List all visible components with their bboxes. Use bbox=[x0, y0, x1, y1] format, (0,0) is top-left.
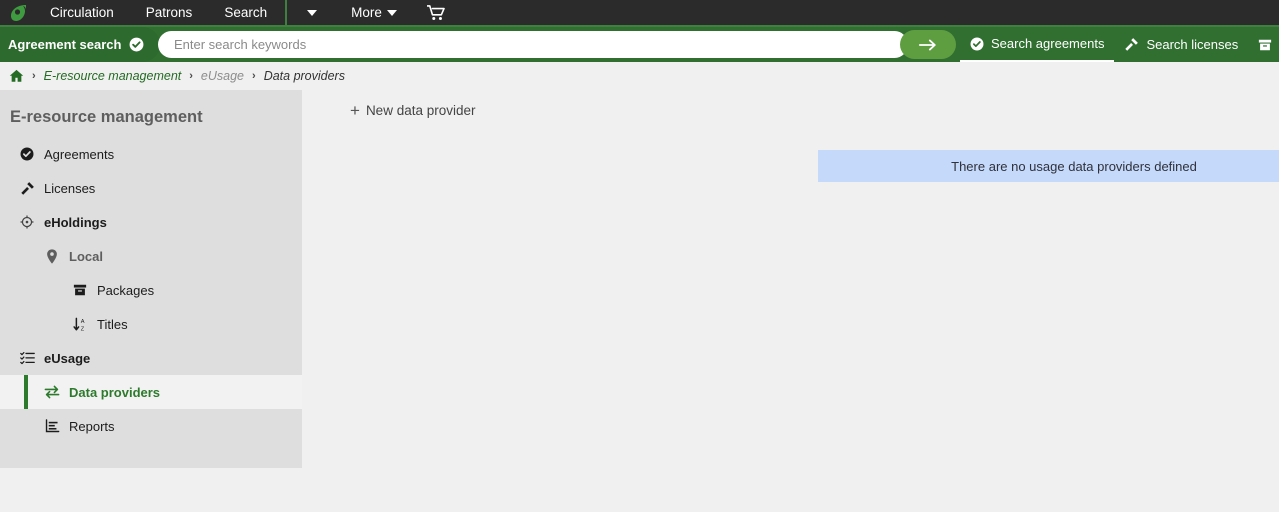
main-panel: + New data provider There are no usage d… bbox=[302, 90, 1279, 512]
plus-icon: + bbox=[350, 101, 360, 120]
sidebar-item-eholdings[interactable]: eHoldings bbox=[0, 205, 302, 239]
nav-item-more[interactable]: More bbox=[335, 0, 413, 26]
search-submit-button[interactable] bbox=[900, 30, 956, 59]
sidebar-item-data-providers-label: Data providers bbox=[69, 384, 161, 400]
new-data-provider-label: New data provider bbox=[365, 103, 476, 118]
sidebar-item-local[interactable]: Local bbox=[0, 239, 302, 273]
top-navigation-bar: Circulation Patrons Search More bbox=[0, 0, 1279, 27]
breadcrumb-separator: › bbox=[252, 70, 256, 82]
sidebar-item-eusage[interactable]: eUsage bbox=[0, 341, 302, 375]
search-bar: Agreement search Search agreements bbox=[0, 27, 1279, 62]
nav-item-patrons-label: Patrons bbox=[145, 5, 193, 20]
shopping-cart-button[interactable] bbox=[413, 0, 459, 26]
breadcrumb-item-eresource-management[interactable]: E-resource management bbox=[44, 69, 182, 83]
nav-item-search-label: Search bbox=[224, 5, 268, 20]
svg-text:A: A bbox=[80, 319, 84, 325]
tab-search-agreements[interactable]: Search agreements bbox=[960, 27, 1115, 62]
sidebar-item-reports-label: Reports bbox=[69, 418, 115, 434]
sidebar-title: E-resource management bbox=[10, 108, 203, 126]
sidebar-item-eusage-label: eUsage bbox=[44, 350, 91, 366]
svg-text:Z: Z bbox=[80, 326, 84, 332]
sort-alpha-icon: A Z bbox=[70, 317, 90, 332]
nav-item-search[interactable]: Search bbox=[208, 0, 283, 26]
tab-search-licenses-label: Search licenses bbox=[1146, 37, 1239, 52]
nav-item-circulation[interactable]: Circulation bbox=[34, 0, 130, 26]
map-pin-icon bbox=[42, 248, 62, 264]
search-tab-list: Search agreements Search licenses Se bbox=[960, 27, 1279, 62]
shopping-cart-icon bbox=[426, 4, 445, 20]
sidebar-item-agreements-label: Agreements bbox=[44, 146, 115, 162]
sidebar-item-eholdings-label: eHoldings bbox=[44, 214, 107, 230]
archive-icon bbox=[1258, 38, 1272, 52]
folio-leaf-logo[interactable] bbox=[4, 0, 34, 26]
page-content: E-resource management Agreements License… bbox=[0, 90, 1279, 512]
chart-bars-icon bbox=[42, 419, 62, 433]
breadcrumb-separator: › bbox=[32, 70, 36, 82]
sidebar-item-reports[interactable]: Reports bbox=[0, 409, 302, 443]
nav-item-circulation-label: Circulation bbox=[50, 5, 114, 20]
chevron-down-icon bbox=[307, 9, 318, 16]
breadcrumb-item-data-providers: Data providers bbox=[263, 69, 345, 83]
tab-search-packages[interactable]: Se bbox=[1248, 27, 1279, 62]
sidebar: E-resource management Agreements License… bbox=[0, 90, 302, 468]
breadcrumb-separator: › bbox=[189, 70, 193, 82]
nav-overflow-dropdown[interactable] bbox=[289, 0, 335, 26]
gavel-icon bbox=[17, 181, 37, 196]
search-input[interactable] bbox=[158, 31, 908, 58]
sidebar-item-local-label: Local bbox=[69, 248, 103, 264]
sidebar-item-titles[interactable]: A Z Titles bbox=[0, 307, 302, 341]
sidebar-item-licenses-label: Licenses bbox=[44, 180, 96, 196]
gavel-icon bbox=[1124, 37, 1139, 52]
tab-search-licenses[interactable]: Search licenses bbox=[1114, 27, 1248, 62]
arrow-right-icon bbox=[918, 39, 936, 50]
search-scope-selector[interactable]: Agreement search bbox=[0, 27, 161, 62]
check-circle-icon bbox=[970, 37, 984, 51]
sidebar-item-packages-label: Packages bbox=[97, 282, 155, 298]
exchange-icon bbox=[42, 385, 62, 399]
nav-item-more-label: More bbox=[351, 5, 382, 20]
sidebar-item-data-providers[interactable]: Data providers bbox=[0, 375, 302, 409]
breadcrumb-item-eusage[interactable]: eUsage bbox=[201, 69, 244, 83]
active-indicator-bar bbox=[24, 375, 28, 409]
sidebar-item-titles-label: Titles bbox=[97, 316, 128, 332]
tab-search-agreements-label: Search agreements bbox=[991, 36, 1105, 51]
chevron-down-icon bbox=[386, 10, 397, 17]
empty-state-banner-text: There are no usage data providers define… bbox=[951, 158, 1197, 174]
nav-item-patrons[interactable]: Patrons bbox=[130, 0, 209, 26]
search-scope-label: Agreement search bbox=[8, 37, 122, 52]
new-data-provider-button[interactable]: + New data provider bbox=[350, 102, 476, 119]
tasks-list-icon bbox=[17, 351, 37, 365]
sidebar-item-packages[interactable]: Packages bbox=[0, 273, 302, 307]
breadcrumb: › E-resource management › eUsage › Data … bbox=[0, 62, 1279, 90]
sidebar-item-agreements[interactable]: Agreements bbox=[0, 137, 302, 171]
crosshair-icon bbox=[17, 215, 37, 229]
check-circle-icon bbox=[130, 37, 144, 52]
check-circle-icon bbox=[17, 147, 37, 161]
sidebar-item-licenses[interactable]: Licenses bbox=[0, 171, 302, 205]
home-icon[interactable] bbox=[9, 69, 24, 83]
nav-divider bbox=[285, 0, 288, 26]
archive-icon bbox=[70, 283, 90, 297]
empty-state-banner: There are no usage data providers define… bbox=[818, 150, 1279, 182]
